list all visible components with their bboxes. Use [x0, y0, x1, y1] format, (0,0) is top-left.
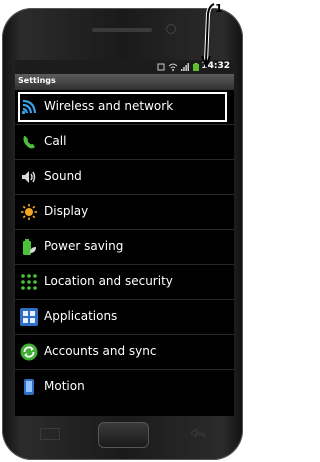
annotation-number: 1 [215, 2, 223, 15]
phone-motion-icon [24, 379, 34, 395]
phone-frame: 14:32 Settings Wireless and network Call [2, 8, 243, 460]
settings-item-motion[interactable]: Motion [15, 370, 234, 405]
settings-item-applications[interactable]: Applications [15, 300, 234, 335]
settings-item-label: Call [44, 134, 67, 148]
home-button[interactable] [98, 422, 149, 448]
settings-item-call[interactable]: Call [15, 125, 234, 160]
settings-item-label: Location and security [44, 274, 173, 288]
phone-icon [23, 136, 35, 149]
settings-item-power-saving[interactable]: Power saving [15, 230, 234, 265]
battery-leaf-icon [23, 239, 36, 255]
page-title: Settings [18, 76, 56, 85]
menu-button[interactable] [40, 428, 60, 440]
front-camera [167, 25, 175, 33]
settings-item-label: Sound [44, 169, 82, 183]
speaker-icon [22, 171, 36, 183]
settings-header: Settings [15, 74, 234, 90]
settings-item-label: Display [44, 204, 89, 218]
phone-screen: 14:32 Settings Wireless and network Call [15, 60, 234, 416]
signal-icon [181, 63, 189, 71]
selection-highlight-box [18, 92, 227, 122]
earpiece [92, 28, 152, 32]
sync-icon [20, 343, 38, 361]
sun-icon [21, 204, 37, 220]
location-grid-icon [21, 274, 37, 290]
settings-item-label: Motion [44, 379, 85, 393]
wifi-icon [169, 63, 177, 71]
settings-item-label: Accounts and sync [44, 344, 157, 358]
screenshot-icon [157, 63, 165, 71]
settings-item-accounts-and-sync[interactable]: Accounts and sync [15, 335, 234, 370]
apps-icon [20, 308, 38, 326]
settings-item-display[interactable]: Display [15, 195, 234, 230]
settings-item-label: Applications [44, 309, 118, 323]
settings-item-label: Power saving [44, 239, 124, 253]
settings-item-sound[interactable]: Sound [15, 160, 234, 195]
annotation-arrow: 1 [201, 2, 223, 69]
settings-item-location-and-security[interactable]: Location and security [15, 265, 234, 300]
back-icon[interactable] [189, 428, 207, 438]
